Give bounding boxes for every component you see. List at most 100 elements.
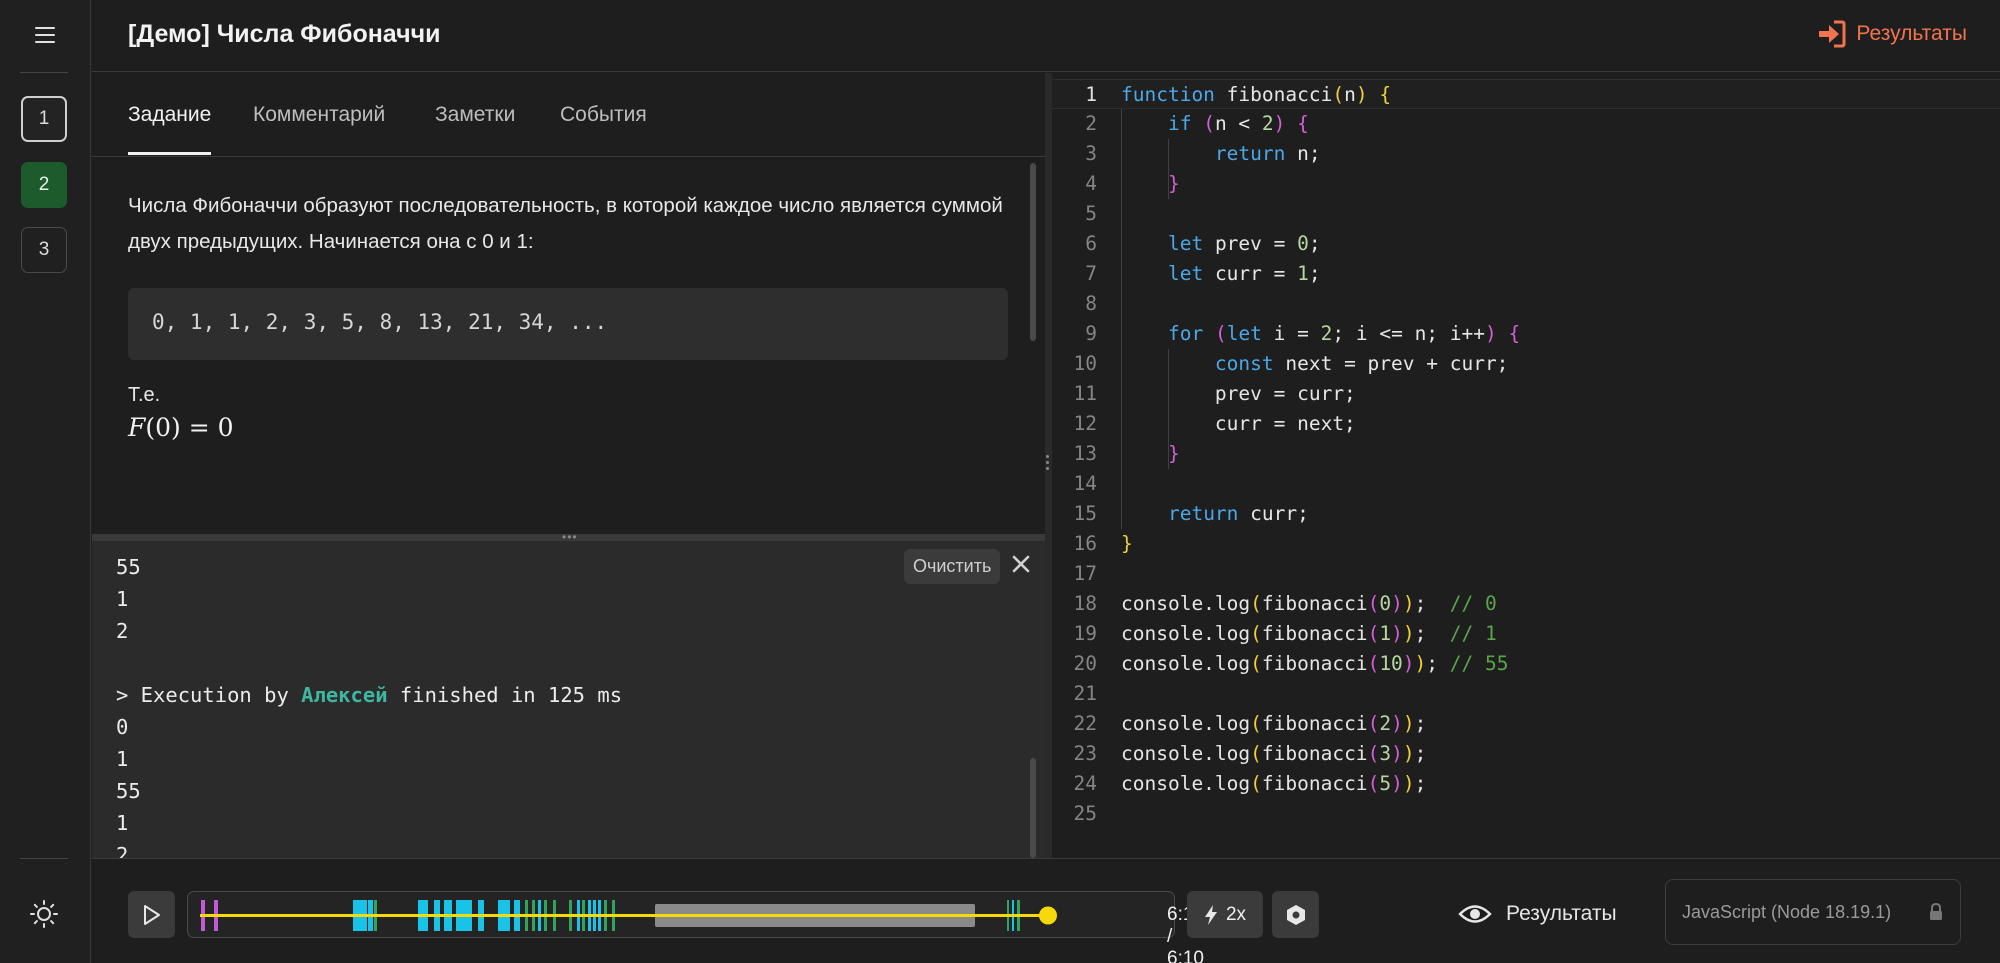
step-button-3[interactable]: 3: [21, 227, 67, 273]
line-number: 18: [1073, 592, 1097, 615]
code-line[interactable]: 6 let prev = 0;: [1052, 229, 2000, 259]
code-text: console.log(fibonacci(2));: [1121, 712, 1427, 735]
code-line[interactable]: 5: [1052, 199, 2000, 229]
code-text: console.log(fibonacci(5));: [1121, 772, 1427, 795]
code-line[interactable]: 2 if (n < 2) {: [1052, 109, 2000, 139]
close-icon[interactable]: [1010, 553, 1032, 575]
page-title: [Демо] Числа Фибоначчи: [128, 20, 441, 48]
play-button[interactable]: [128, 891, 175, 938]
line-number: 19: [1073, 622, 1097, 645]
code-text: console.log(fibonacci(1)); // 1: [1121, 622, 1497, 645]
code-text: for (let i = 2; i <= n; i++) {: [1167, 322, 1521, 345]
code-line[interactable]: 8: [1052, 289, 2000, 319]
code-text: prev = curr;: [1121, 382, 1356, 405]
code-line[interactable]: 16}: [1052, 529, 2000, 559]
code-line[interactable]: 1 function fibonacci(n) {: [1052, 79, 2000, 109]
console-line: 1: [116, 811, 129, 835]
clear-console-button[interactable]: Очистить: [904, 549, 1001, 584]
code-line[interactable]: 21: [1052, 679, 2000, 709]
tab-bar: Задание Комментарий Заметки События: [92, 73, 1045, 157]
code-line[interactable]: 18 console.log(fibonacci(0)); // 0: [1052, 589, 2000, 619]
sequence-code-block: 0, 1, 1, 2, 3, 5, 8, 13, 21, 34, ...: [128, 288, 1008, 360]
code-line[interactable]: 23 console.log(fibonacci(3));: [1052, 739, 2000, 769]
code-text: console.log(fibonacci(10)); // 55: [1121, 652, 1509, 675]
formula: F(0) = 0: [128, 413, 234, 442]
code-line[interactable]: 9 for (let i = 2; i <= n; i++) {: [1052, 319, 2000, 349]
line-number: 6: [1085, 232, 1097, 255]
code-line[interactable]: 12 curr = next;: [1052, 409, 2000, 439]
pane-splitter[interactable]: •••: [92, 530, 1045, 544]
code-line[interactable]: 14: [1052, 469, 2000, 499]
hexagon-settings-icon: [1286, 904, 1305, 925]
code-line[interactable]: 20 console.log(fibonacci(10)); // 55: [1052, 649, 2000, 679]
code-text: function fibonacci(n) {: [1121, 83, 1392, 106]
timeline-track[interactable]: [188, 892, 1176, 939]
console-scrollbar[interactable]: [1030, 758, 1036, 858]
sun-icon[interactable]: [28, 898, 60, 930]
code-text: console.log(fibonacci(3));: [1121, 742, 1427, 765]
speed-label: 2x: [1225, 903, 1247, 925]
code-text: if (n < 2) {: [1167, 112, 1309, 135]
code-line[interactable]: 4 }: [1052, 169, 2000, 199]
line-number: 3: [1085, 142, 1097, 165]
lightning-icon: [1204, 904, 1217, 925]
line-number: 22: [1073, 712, 1097, 735]
execution-line: > Execution by Алексей finished in 125 m…: [116, 683, 623, 707]
console-line: 55: [116, 779, 141, 803]
line-number: 14: [1073, 472, 1097, 495]
code-line[interactable]: 13 }: [1052, 439, 2000, 469]
results-link-label: Результаты: [1856, 22, 1967, 45]
timeline-thumb: [1039, 906, 1057, 925]
code-line[interactable]: 17: [1052, 559, 2000, 589]
console-lines: 55 1 2 > Execution by Алексей finished in 1…: [116, 551, 622, 858]
step-button-2[interactable]: 2: [21, 162, 67, 208]
line-number: 23: [1073, 742, 1097, 765]
line-number: 21: [1073, 682, 1097, 705]
task-content: Числа Фибоначчи образуют последовательно…: [92, 158, 1032, 534]
sign-in-icon: [1819, 20, 1846, 48]
tab-events[interactable]: События: [560, 103, 647, 152]
code-text: let prev = 0;: [1167, 232, 1321, 255]
code-line[interactable]: 24 console.log(fibonacci(5));: [1052, 769, 2000, 799]
code-line[interactable]: 15 return curr;: [1052, 499, 2000, 529]
speed-button[interactable]: 2x: [1187, 891, 1263, 938]
line-number: 24: [1073, 772, 1097, 795]
left-rail: 1 2 3: [0, 0, 91, 963]
code-text: console.log(fibonacci(0)); // 0: [1121, 592, 1497, 615]
step-button-1[interactable]: 1: [21, 96, 67, 142]
results-button[interactable]: Результаты: [1458, 893, 1617, 935]
code-line[interactable]: 10 const next = prev + curr;: [1052, 349, 2000, 379]
console-line: 1: [116, 747, 129, 771]
line-number: 15: [1073, 502, 1097, 525]
tab-task[interactable]: Задание: [128, 103, 212, 155]
code-text: curr = next;: [1121, 412, 1356, 435]
code-line[interactable]: 19 console.log(fibonacci(1)); // 1: [1052, 619, 2000, 649]
code-line[interactable]: 11 prev = curr;: [1052, 379, 2000, 409]
code-line[interactable]: 22 console.log(fibonacci(2));: [1052, 709, 2000, 739]
code-line[interactable]: 25: [1052, 799, 2000, 829]
code-line[interactable]: 3 return n;: [1052, 139, 2000, 169]
tab-notes[interactable]: Заметки: [435, 103, 515, 152]
results-link[interactable]: Результаты: [1816, 20, 1967, 48]
timeline[interactable]: 6:10 / 6:10: [187, 891, 1204, 963]
line-number: 11: [1073, 382, 1097, 405]
code-editor[interactable]: 1 function fibonacci(n) {2 if (n < 2) {3 …: [1052, 73, 2000, 858]
line-number: 7: [1085, 262, 1097, 285]
task-scrollbar[interactable]: [1030, 163, 1036, 341]
results-button-label: Результаты: [1506, 902, 1617, 925]
console-line: 2: [116, 619, 129, 643]
lock-icon: [1930, 902, 1942, 920]
line-number: 5: [1085, 202, 1097, 225]
settings-button[interactable]: [1272, 891, 1319, 938]
menu-icon[interactable]: [28, 22, 62, 48]
ie-label: Т.е.: [128, 384, 161, 406]
code-text: const next = prev + curr;: [1214, 352, 1509, 375]
splitter-handle: [1046, 455, 1050, 473]
code-text: let curr = 1;: [1167, 262, 1321, 285]
rail-divider: [20, 858, 68, 859]
play-icon: [143, 904, 160, 925]
language-label: JavaScript (Node 18.19.1): [1682, 901, 1892, 922]
code-line[interactable]: 7 let curr = 1;: [1052, 259, 2000, 289]
tab-comment[interactable]: Комментарий: [253, 103, 385, 152]
